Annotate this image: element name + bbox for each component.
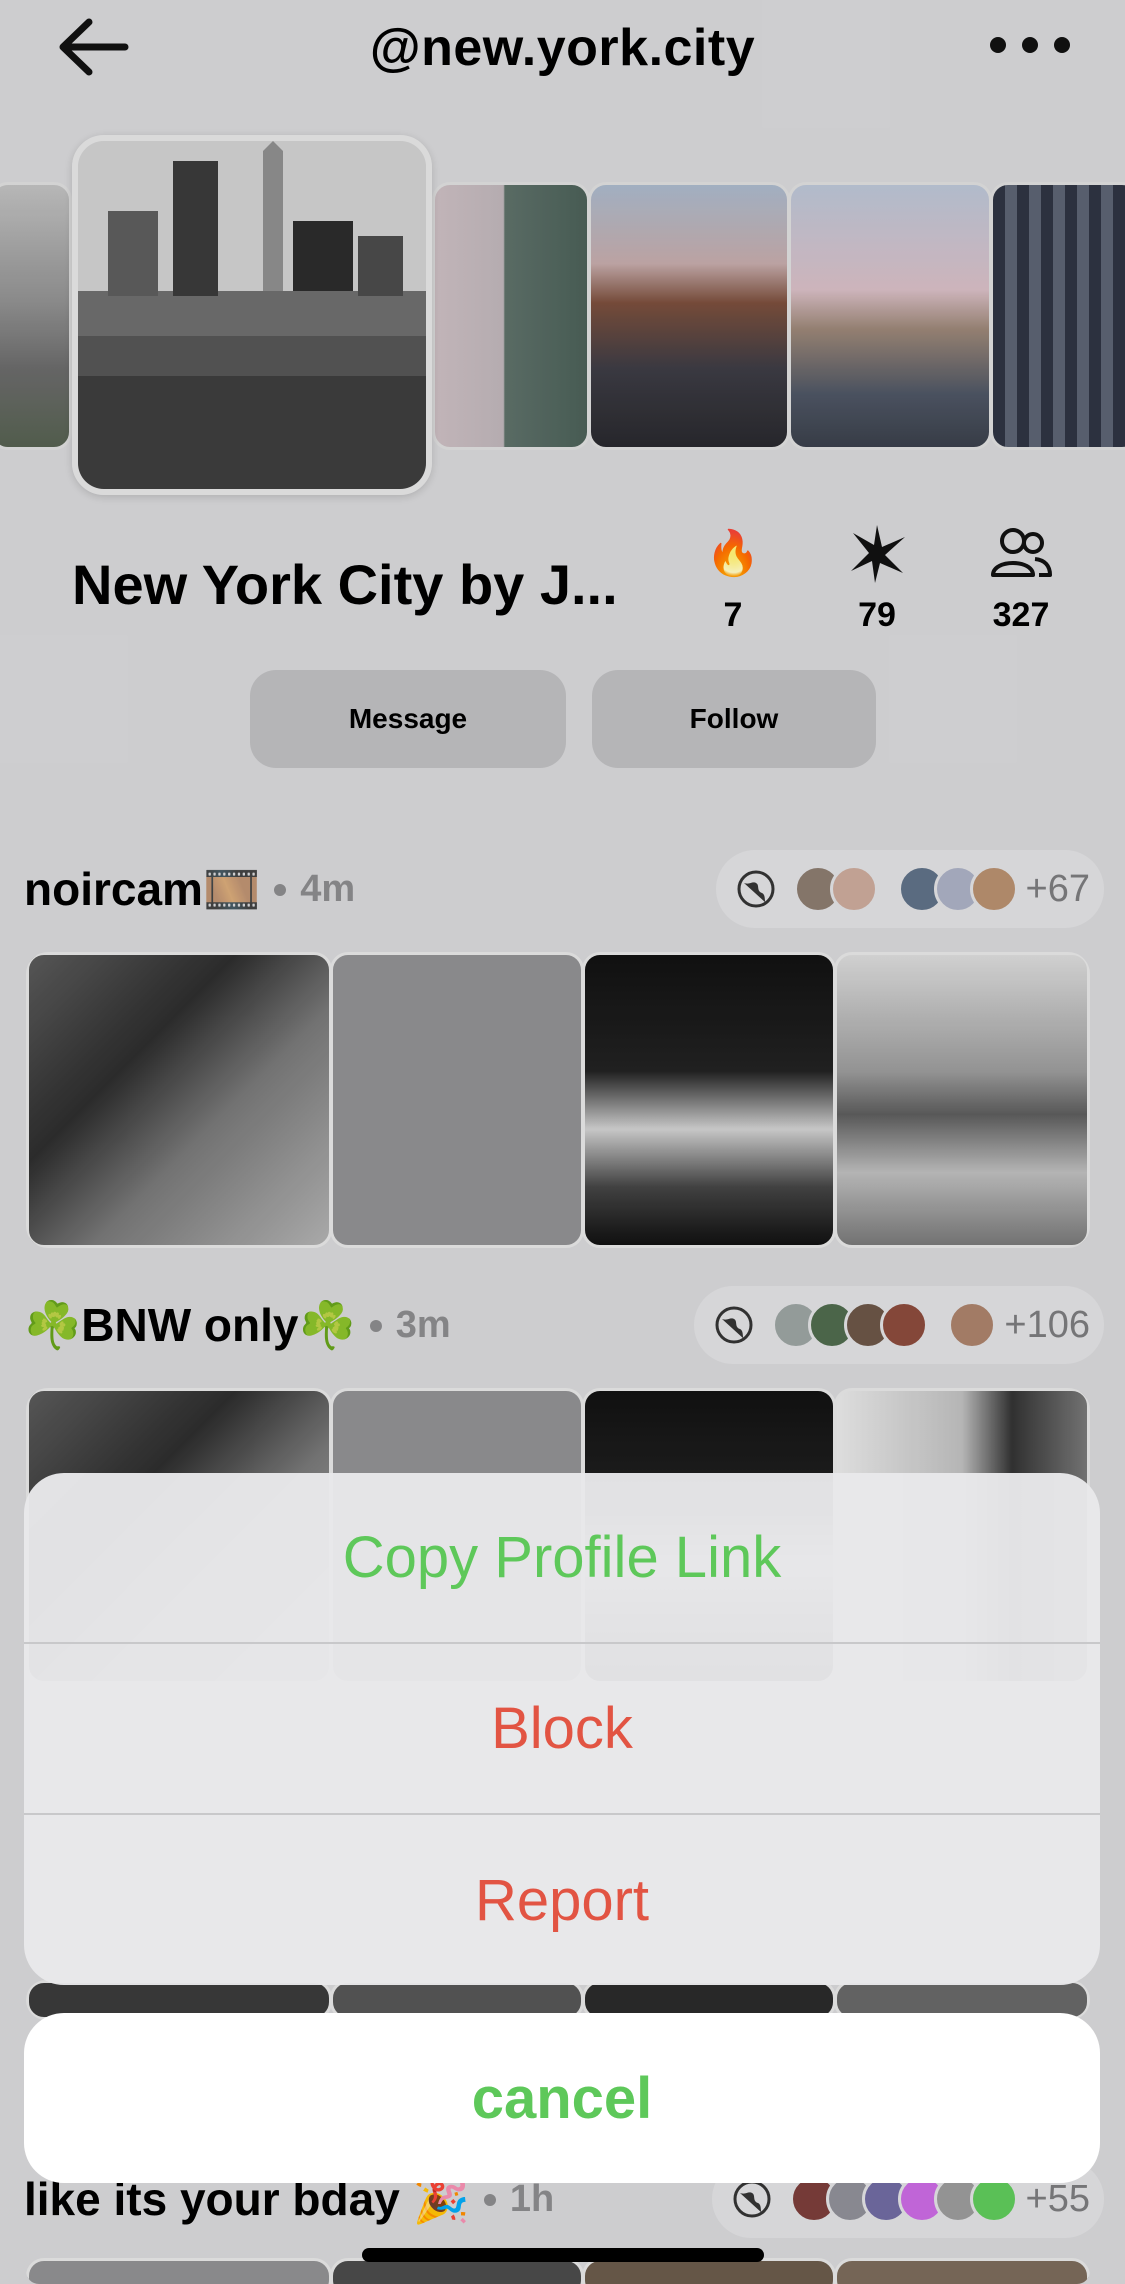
report-button[interactable]: Report — [24, 1815, 1100, 1985]
block-button[interactable]: Block — [24, 1644, 1100, 1815]
cancel-button[interactable]: cancel — [24, 2013, 1100, 2183]
copy-profile-link-button[interactable]: Copy Profile Link — [24, 1473, 1100, 1644]
home-indicator[interactable] — [362, 2248, 764, 2262]
action-sheet: Copy Profile Link Block Report — [24, 1473, 1100, 1985]
